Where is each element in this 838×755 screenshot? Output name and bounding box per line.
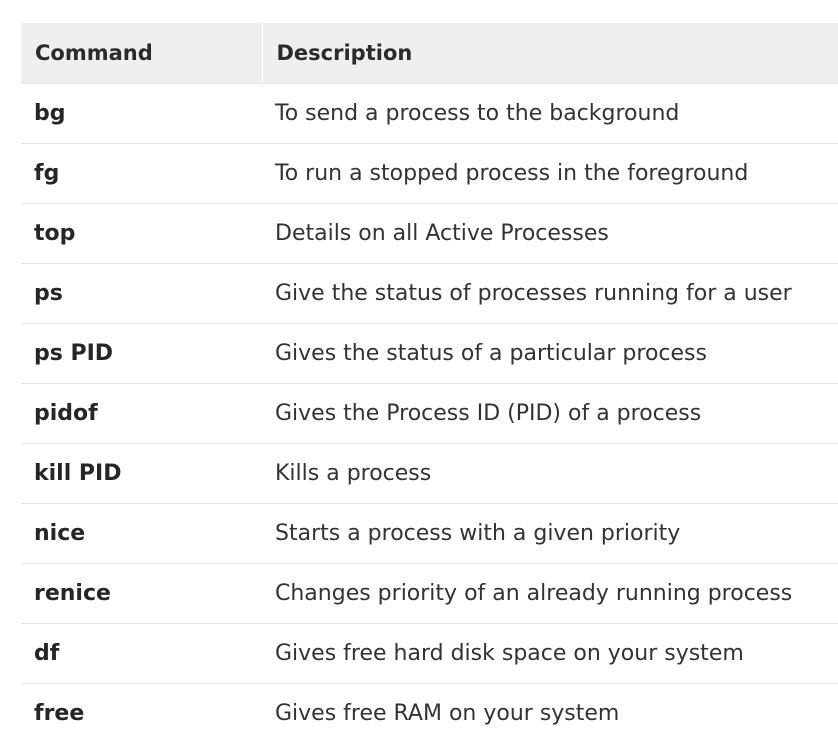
table-row: ps Give the status of processes running … bbox=[21, 263, 838, 323]
description-cell: Changes priority of an already running p… bbox=[275, 580, 793, 606]
description-cell: Give the status of processes running for… bbox=[275, 280, 792, 306]
command-cell: kill PID bbox=[34, 460, 122, 486]
command-cell: df bbox=[34, 640, 60, 666]
description-cell: Gives free hard disk space on your syste… bbox=[275, 640, 744, 666]
command-cell: free bbox=[34, 700, 85, 726]
table-body: bg To send a process to the background f… bbox=[21, 83, 838, 743]
table-row: fg To run a stopped process in the foreg… bbox=[21, 143, 838, 203]
table-row: bg To send a process to the background bbox=[21, 83, 838, 143]
table-row: free Gives free RAM on your system bbox=[21, 683, 838, 743]
description-cell: Kills a process bbox=[275, 460, 432, 486]
process-commands-table-container: Command Description bg To send a process… bbox=[21, 23, 838, 743]
table-row: df Gives free hard disk space on your sy… bbox=[21, 623, 838, 683]
command-cell: nice bbox=[34, 520, 86, 546]
table-row: top Details on all Active Processes bbox=[21, 203, 838, 263]
description-cell: Gives the status of a particular process bbox=[275, 340, 707, 366]
table-row: nice Starts a process with a given prior… bbox=[21, 503, 838, 563]
description-cell: To send a process to the background bbox=[275, 100, 680, 126]
description-cell: Details on all Active Processes bbox=[275, 220, 609, 246]
table-header: Command Description bbox=[21, 23, 838, 83]
command-cell: fg bbox=[34, 160, 60, 186]
header-command: Command bbox=[35, 40, 153, 65]
description-cell: Gives the Process ID (PID) of a process bbox=[275, 400, 702, 426]
command-cell: ps PID bbox=[34, 340, 114, 366]
description-cell: Starts a process with a given priority bbox=[275, 520, 681, 546]
header-row: Command Description bbox=[21, 23, 838, 83]
table-row: pidof Gives the Process ID (PID) of a pr… bbox=[21, 383, 838, 443]
command-cell: pidof bbox=[34, 400, 98, 426]
description-cell: To run a stopped process in the foregrou… bbox=[275, 160, 749, 186]
table-row: ps PID Gives the status of a particular … bbox=[21, 323, 838, 383]
table-row: renice Changes priority of an already ru… bbox=[21, 563, 838, 623]
command-cell: ps bbox=[34, 280, 63, 306]
command-cell: renice bbox=[34, 580, 111, 606]
command-cell: top bbox=[34, 220, 76, 246]
process-commands-table: Command Description bg To send a process… bbox=[21, 23, 838, 743]
command-cell: bg bbox=[34, 100, 66, 126]
description-cell: Gives free RAM on your system bbox=[275, 700, 620, 726]
table-row: kill PID Kills a process bbox=[21, 443, 838, 503]
header-description: Description bbox=[261, 23, 838, 83]
